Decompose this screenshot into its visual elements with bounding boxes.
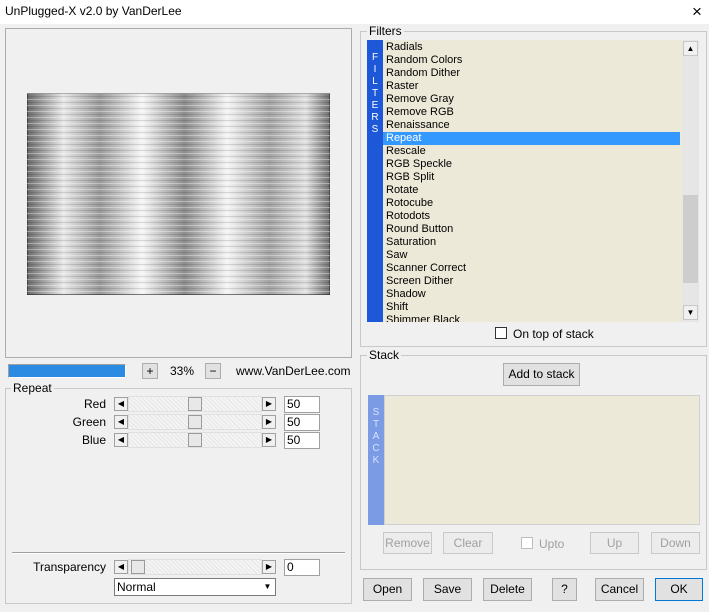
red-slider-thumb[interactable] (188, 397, 202, 411)
filter-list-item[interactable]: Renaissance (383, 119, 680, 132)
green-right-arrow-icon[interactable]: ▶ (262, 415, 276, 429)
filter-list-item[interactable]: Rescale (383, 145, 680, 158)
red-right-arrow-icon[interactable]: ▶ (262, 397, 276, 411)
scroll-down-icon[interactable]: ▼ (683, 305, 698, 320)
transparency-left-arrow-icon[interactable]: ◀ (114, 560, 128, 574)
filter-list-item[interactable]: Shift (383, 301, 680, 314)
filter-list-item[interactable]: Scanner Correct (383, 262, 680, 275)
stack-group-label: Stack (367, 348, 402, 362)
on-top-label: On top of stack (513, 327, 594, 341)
delete-button[interactable]: Delete (483, 578, 532, 601)
green-value-field[interactable]: 50 (284, 414, 320, 431)
red-left-arrow-icon[interactable]: ◀ (114, 397, 128, 411)
on-top-checkbox[interactable] (495, 327, 507, 339)
upto-label: Upto (539, 537, 565, 551)
red-label: Red (83, 397, 106, 411)
preview-image (27, 93, 330, 295)
filter-list-item[interactable]: Raster (383, 80, 680, 93)
filters-group-label: Filters (367, 24, 404, 38)
remove-button[interactable]: Remove (383, 532, 432, 554)
upto-checkbox[interactable] (521, 537, 533, 549)
filters-strip: FILTERS (367, 40, 383, 322)
filter-list-item[interactable]: Shadow (383, 288, 680, 301)
ok-button[interactable]: OK (655, 578, 703, 601)
filter-list-item[interactable]: Rotodots (383, 210, 680, 223)
zoom-level: 33% (170, 364, 195, 378)
open-button[interactable]: Open (363, 578, 412, 601)
add-to-stack-button[interactable]: Add to stack (503, 363, 580, 386)
filter-list-item[interactable]: Screen Dither (383, 275, 680, 288)
transparency-value-field[interactable]: 0 (284, 559, 320, 576)
divider (12, 552, 345, 554)
blue-slider-thumb[interactable] (188, 433, 202, 447)
blue-right-arrow-icon[interactable]: ▶ (262, 433, 276, 447)
blue-left-arrow-icon[interactable]: ◀ (114, 433, 128, 447)
stack-strip-label: STACK (372, 407, 380, 466)
filter-list-item[interactable]: Saw (383, 249, 680, 262)
down-button[interactable]: Down (651, 532, 700, 554)
filter-list-item[interactable]: Remove RGB (383, 106, 680, 119)
filter-list-item[interactable]: Saturation (383, 236, 680, 249)
filter-list-item[interactable]: Radials (383, 41, 680, 54)
stack-list[interactable] (384, 395, 700, 525)
blend-mode-value: Normal (117, 580, 156, 594)
scrollbar-thumb[interactable] (683, 195, 698, 283)
blue-value-field[interactable]: 50 (284, 432, 320, 449)
zoom-in-button[interactable]: + (142, 363, 158, 379)
filters-list[interactable]: Radials Random Colors Random Dither Raster R… (383, 40, 682, 322)
transparency-slider[interactable] (128, 559, 262, 575)
filter-list-item[interactable]: Round Button (383, 223, 680, 236)
window-title: UnPlugged-X v2.0 by VanDerLee (5, 4, 182, 18)
filter-list-item[interactable]: Remove Gray (383, 93, 680, 106)
filter-list-item[interactable]: Repeat (383, 132, 680, 145)
filter-list-item[interactable]: RGB Speckle (383, 158, 680, 171)
green-label: Green (72, 415, 106, 429)
transparency-right-arrow-icon[interactable]: ▶ (262, 560, 276, 574)
filter-list-item[interactable]: Random Dither (383, 67, 680, 80)
scroll-up-icon[interactable]: ▲ (683, 41, 698, 56)
green-slider-thumb[interactable] (188, 415, 202, 429)
transparency-label: Transparency (33, 560, 106, 574)
filter-list-item[interactable]: Shimmer Black (383, 314, 680, 322)
zoom-out-button[interactable]: − (205, 363, 221, 379)
filters-scrollbar[interactable]: ▲ ▼ (682, 40, 699, 322)
save-button[interactable]: Save (423, 578, 472, 601)
website-link[interactable]: www.VanDerLee.com (236, 364, 351, 378)
chevron-down-icon[interactable]: ▼ (260, 579, 275, 595)
filter-list-item[interactable]: Rotate (383, 184, 680, 197)
close-icon[interactable]: × (686, 1, 708, 23)
filter-list-item[interactable]: RGB Split (383, 171, 680, 184)
clear-button[interactable]: Clear (443, 532, 493, 554)
filters-strip-label: FILTERS (371, 52, 379, 135)
filter-list-item[interactable]: Random Colors (383, 54, 680, 67)
progress-bar (8, 364, 126, 378)
transparency-slider-thumb[interactable] (131, 560, 145, 574)
progress-fill (9, 365, 125, 377)
cancel-button[interactable]: Cancel (595, 578, 644, 601)
preview-panel (5, 28, 352, 358)
green-left-arrow-icon[interactable]: ◀ (114, 415, 128, 429)
up-button[interactable]: Up (590, 532, 639, 554)
filter-list-item[interactable]: Rotocube (383, 197, 680, 210)
blend-mode-select[interactable]: Normal ▼ (114, 578, 276, 596)
help-button[interactable]: ? (552, 578, 577, 601)
stack-strip: STACK (368, 395, 384, 525)
red-value-field[interactable]: 50 (284, 396, 320, 413)
blue-label: Blue (81, 433, 106, 447)
repeat-group-label: Repeat (11, 381, 54, 395)
